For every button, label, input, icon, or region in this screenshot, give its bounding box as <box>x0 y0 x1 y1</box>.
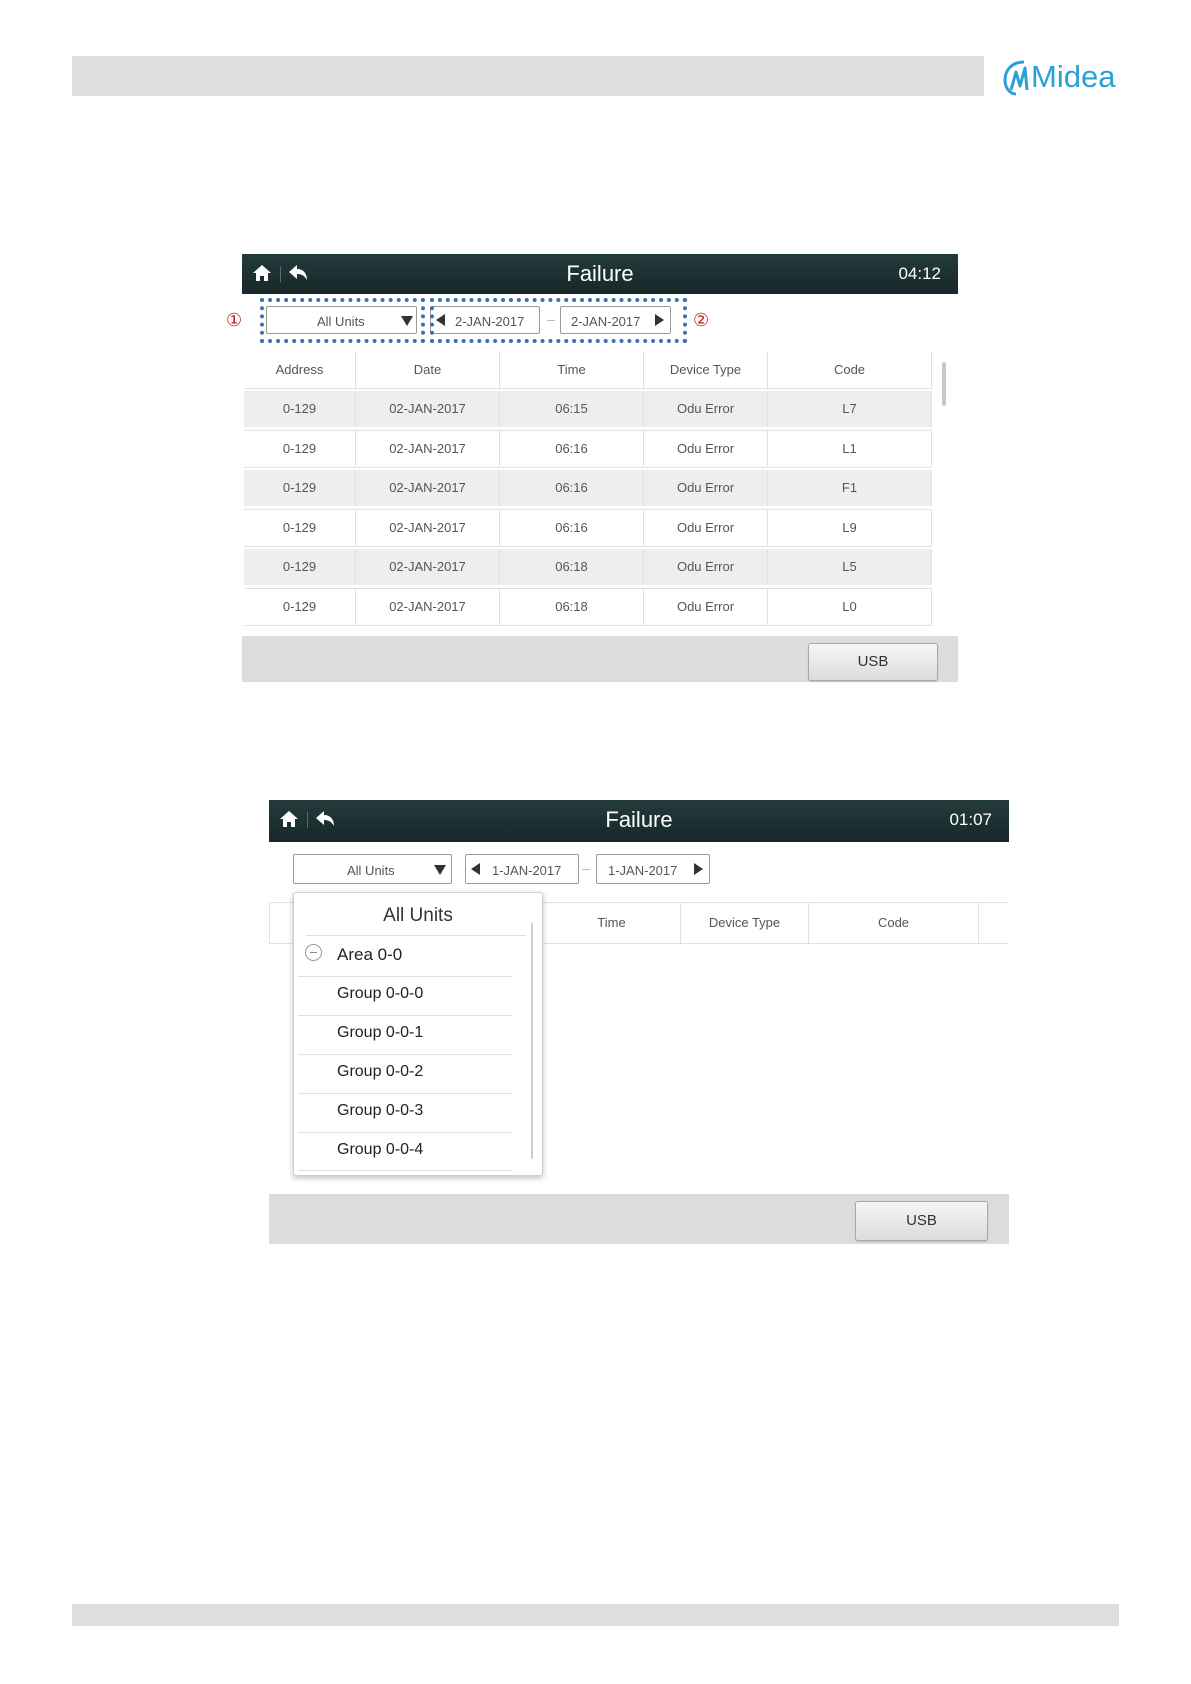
cell-code: L5 <box>768 549 932 585</box>
dropdown-divider <box>298 1170 512 1171</box>
dropdown-area-item[interactable]: Area 0-0 <box>337 945 402 965</box>
screen-topbar: Failure 04:12 <box>242 254 958 294</box>
usb-button[interactable]: USB <box>808 643 938 681</box>
failure-screen-1: Failure 04:12 All Units 2-JAN-2017 2-JAN… <box>226 254 958 682</box>
collapse-icon[interactable] <box>305 944 322 961</box>
dropdown-group-item[interactable]: Group 0-0-4 <box>337 1141 423 1159</box>
cell-device-type: Odu Error <box>644 470 768 506</box>
date-to-field[interactable]: 1-JAN-2017 <box>596 854 710 884</box>
cell-address: 0-129 <box>244 589 356 625</box>
table-row[interactable]: 0-129 02-JAN-2017 06:18 Odu Error L5 <box>244 549 932 585</box>
callout-box-2 <box>430 298 687 343</box>
table-row[interactable]: 0-129 02-JAN-2017 06:16 Odu Error L9 <box>244 509 932 547</box>
col-header-device-type: Device Type <box>644 352 768 388</box>
usb-button[interactable]: USB <box>855 1201 988 1241</box>
dropdown-scrollbar[interactable] <box>531 923 533 1159</box>
cell-code: L0 <box>768 589 932 625</box>
cell-time: 06:16 <box>500 510 644 546</box>
dropdown-divider <box>298 1093 512 1094</box>
dropdown-group-item[interactable]: Group 0-0-3 <box>337 1102 423 1120</box>
logo-text: Midea <box>1031 59 1116 94</box>
screen-topbar: Failure 01:07 <box>269 800 1009 842</box>
callout-marker-2: ② <box>693 310 710 330</box>
col-header-code: Code <box>768 352 932 388</box>
table-row[interactable]: 0-129 02-JAN-2017 06:18 Odu Error L0 <box>244 588 932 626</box>
callout-box-1 <box>260 298 425 343</box>
page-title: Failure <box>605 807 673 832</box>
dropdown-group-item[interactable]: Group 0-0-0 <box>337 985 423 1003</box>
col-header-code: Code <box>809 903 979 943</box>
cell-time: 06:16 <box>500 431 644 467</box>
dropdown-divider <box>306 935 526 936</box>
clock: 04:12 <box>898 264 941 283</box>
col-header-time: Time <box>543 903 681 943</box>
midea-logo: Midea <box>1002 52 1115 102</box>
cell-time: 06:15 <box>500 391 644 427</box>
next-date-icon[interactable] <box>694 863 703 875</box>
prev-date-icon[interactable] <box>471 863 480 875</box>
cell-address: 0-129 <box>244 510 356 546</box>
dropdown-divider <box>298 1054 512 1055</box>
cell-date: 02-JAN-2017 <box>356 431 500 467</box>
col-header-date: Date <box>356 352 500 388</box>
col-header-time: Time <box>500 352 644 388</box>
cell-address: 0-129 <box>244 431 356 467</box>
callout-marker-1: ① <box>226 310 243 330</box>
page-title: Failure <box>566 261 634 286</box>
table-row[interactable]: 0-129 02-JAN-2017 06:16 Odu Error L1 <box>244 430 932 468</box>
cell-date: 02-JAN-2017 <box>356 589 500 625</box>
cell-address: 0-129 <box>244 549 356 585</box>
bottom-bar: USB <box>269 1194 1009 1244</box>
cell-device-type: Odu Error <box>644 510 768 546</box>
unit-filter-dropdown: All Units Area 0-0 Group 0-0-0 Group 0-0… <box>293 892 543 1176</box>
dropdown-group-item[interactable]: Group 0-0-2 <box>337 1063 423 1081</box>
cell-code: L9 <box>768 510 932 546</box>
cell-device-type: Odu Error <box>644 431 768 467</box>
page-footer-bar <box>72 1604 1119 1626</box>
cell-address: 0-129 <box>244 470 356 506</box>
cell-code: F1 <box>768 470 932 506</box>
cell-device-type: Odu Error <box>644 391 768 427</box>
bottom-bar: USB <box>242 636 958 682</box>
dropdown-divider <box>298 976 512 977</box>
cell-code: L1 <box>768 431 932 467</box>
cell-date: 02-JAN-2017 <box>356 549 500 585</box>
col-header-address: Address <box>244 352 356 388</box>
unit-filter-select[interactable]: All Units <box>293 854 452 884</box>
cell-time: 06:18 <box>500 549 644 585</box>
midea-logo-icon <box>1003 60 1029 96</box>
date-from-value: 1-JAN-2017 <box>492 863 562 878</box>
cell-time: 06:16 <box>500 470 644 506</box>
dropdown-divider <box>298 1132 512 1133</box>
failure-screen-2: Failure 01:07 All Units 1-JAN-2017 1-JAN… <box>269 800 1009 1244</box>
date-from-field[interactable]: 1-JAN-2017 <box>465 854 579 884</box>
cell-date: 02-JAN-2017 <box>356 391 500 427</box>
date-range-separator <box>582 869 590 870</box>
failure-table: Address Date Time Device Type Code 0-129… <box>244 352 932 648</box>
table-row[interactable]: 0-129 02-JAN-2017 06:16 Odu Error F1 <box>244 470 932 506</box>
cell-address: 0-129 <box>244 391 356 427</box>
cell-date: 02-JAN-2017 <box>356 470 500 506</box>
chevron-down-icon <box>434 865 446 875</box>
table-row[interactable]: 0-129 02-JAN-2017 06:15 Odu Error L7 <box>244 391 932 427</box>
table-scrollbar[interactable] <box>942 362 946 406</box>
date-to-value: 1-JAN-2017 <box>608 863 678 878</box>
dropdown-title[interactable]: All Units <box>294 905 542 927</box>
dropdown-divider <box>298 1015 512 1016</box>
cell-device-type: Odu Error <box>644 589 768 625</box>
cell-time: 06:18 <box>500 589 644 625</box>
dropdown-group-item[interactable]: Group 0-0-1 <box>337 1024 423 1042</box>
cell-device-type: Odu Error <box>644 549 768 585</box>
col-header-device-type: Device Type <box>681 903 809 943</box>
clock: 01:07 <box>949 810 992 829</box>
unit-filter-value: All Units <box>347 863 395 878</box>
table-header: Address Date Time Device Type Code <box>244 352 932 389</box>
cell-date: 02-JAN-2017 <box>356 510 500 546</box>
page-header-bar <box>72 56 984 96</box>
cell-code: L7 <box>768 391 932 427</box>
